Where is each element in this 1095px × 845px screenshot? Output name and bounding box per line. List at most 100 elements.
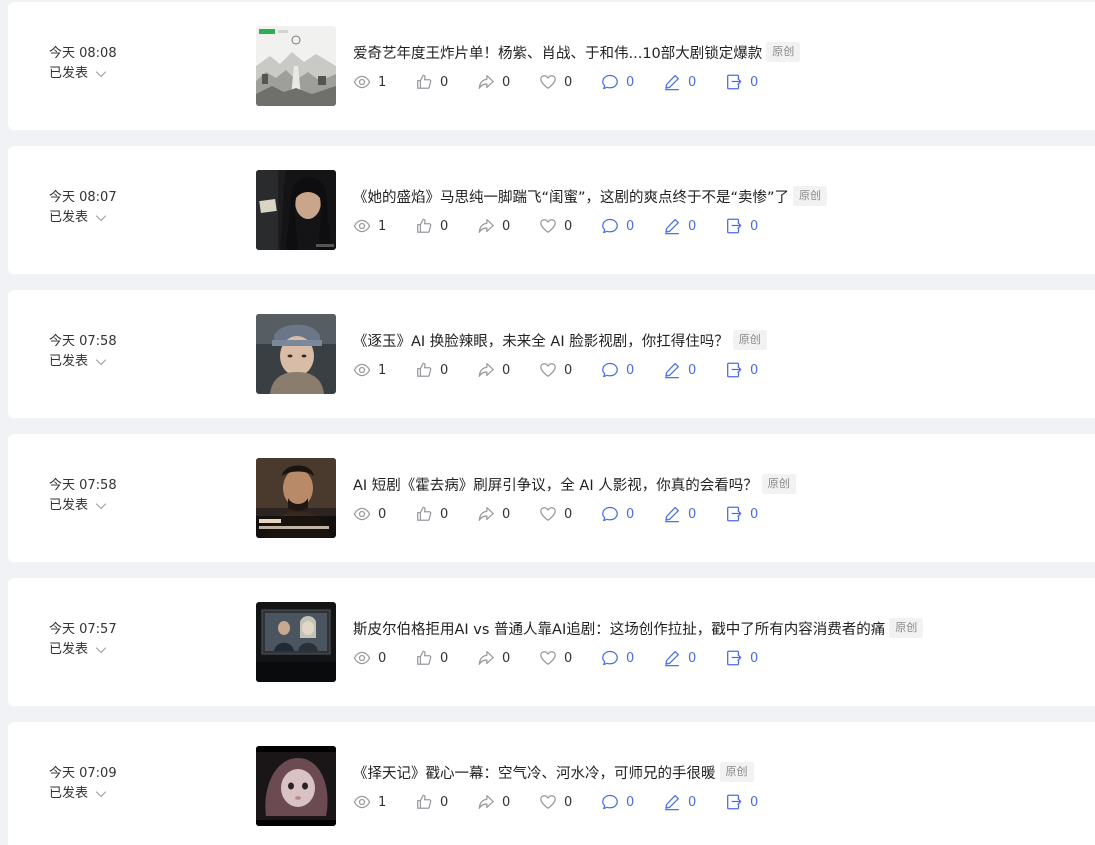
comments-stat[interactable]: 0 [601,648,663,668]
comment-icon [601,649,619,667]
thumbs-up-icon [415,217,433,235]
comments-count: 0 [626,794,635,810]
likes-stat: 0 [415,216,477,236]
article-title[interactable]: 爱奇艺年度王炸片单！杨紫、肖战、于和伟...10部大剧锁定爆款 [353,42,762,63]
publish-status-dropdown[interactable]: 已发表 [49,208,169,228]
forward-icon [725,793,743,811]
shares-count: 0 [502,650,511,666]
shares-count: 0 [502,506,511,522]
publish-status-dropdown[interactable]: 已发表 [49,496,169,516]
shares-count: 0 [502,794,511,810]
views-stat: 1 [353,792,415,812]
shares-count: 0 [502,362,511,378]
publish-time: 今天 08:07 [49,190,117,205]
forwards-count: 0 [750,362,759,378]
edits-stat[interactable]: 0 [663,216,725,236]
pen-icon [663,73,681,91]
article-title-row: 《逐玉》AI 换脸辣眼，未来全 AI 脸影视剧，你扛得住吗？ 原创 [353,328,767,352]
publish-time: 今天 08:08 [49,46,117,61]
publish-time: 今天 07:09 [49,766,117,781]
publish-status-dropdown[interactable]: 已发表 [49,352,169,372]
thumbs-up-icon [415,649,433,667]
article-card: 今天 08:08 已发表 爱奇艺年度王炸片单！杨紫、肖战、于和伟...10部大剧… [8,2,1095,130]
forwards-count: 0 [750,218,759,234]
comments-count: 0 [626,650,635,666]
eye-icon [353,361,371,379]
forwards-stat[interactable]: 0 [725,792,787,812]
publish-status-dropdown[interactable]: 已发表 [49,640,169,660]
share-icon [477,73,495,91]
views-count: 0 [378,650,387,666]
forward-icon [725,361,743,379]
costume-actor-thumbnail-image [256,314,336,394]
favorites-stat: 0 [539,360,601,380]
chevron-down-icon [95,644,107,656]
original-badge: 原创 [889,618,924,638]
comments-stat[interactable]: 0 [601,504,663,524]
favorites-stat: 0 [539,72,601,92]
article-title-row: 爱奇艺年度王炸片单！杨紫、肖战、于和伟...10部大剧锁定爆款 原创 [353,40,801,64]
article-thumbnail[interactable] [256,746,336,826]
forwards-stat[interactable]: 0 [725,648,787,668]
pen-icon [663,793,681,811]
chevron-down-icon [95,500,107,512]
share-icon [477,649,495,667]
chevron-down-icon [95,788,107,800]
actress-portrait-thumbnail-image [256,170,336,250]
publish-info: 今天 08:07 已发表 [49,188,169,228]
publish-status-label: 已发表 [49,210,89,225]
likes-stat: 0 [415,504,477,524]
comments-stat[interactable]: 0 [601,360,663,380]
shares-count: 0 [502,218,511,234]
heart-icon [539,217,557,235]
article-title[interactable]: 《逐玉》AI 换脸辣眼，未来全 AI 脸影视剧，你扛得住吗？ [353,330,729,351]
publish-status-dropdown[interactable]: 已发表 [49,64,169,84]
edits-stat[interactable]: 0 [663,72,725,92]
comments-stat[interactable]: 0 [601,792,663,812]
article-thumbnail[interactable] [256,26,336,106]
edits-stat[interactable]: 0 [663,504,725,524]
forwards-stat[interactable]: 0 [725,360,787,380]
eye-icon [353,793,371,811]
publish-info: 今天 07:09 已发表 [49,764,169,804]
edits-count: 0 [688,218,697,234]
publish-status-label: 已发表 [49,786,89,801]
eye-icon [353,73,371,91]
views-count: 1 [378,74,387,90]
publish-status-dropdown[interactable]: 已发表 [49,784,169,804]
comment-icon [601,793,619,811]
article-thumbnail[interactable] [256,170,336,250]
original-badge: 原创 [793,186,828,206]
edits-stat[interactable]: 0 [663,792,725,812]
likes-stat: 0 [415,792,477,812]
edits-stat[interactable]: 0 [663,360,725,380]
article-title[interactable]: 《择天记》戳心一幕：空气冷、河水冷，可师兄的手很暖 [353,762,716,783]
favorites-count: 0 [564,362,573,378]
shares-count: 0 [502,74,511,90]
views-count: 1 [378,218,387,234]
favorites-count: 0 [564,650,573,666]
forward-icon [725,505,743,523]
forwards-stat[interactable]: 0 [725,504,787,524]
comments-stat[interactable]: 0 [601,72,663,92]
forwards-stat[interactable]: 0 [725,72,787,92]
article-title[interactable]: 《她的盛焰》马思纯一脚踹飞“闺蜜”，这剧的爽点终于不是“卖惨”了 [353,186,789,207]
article-title[interactable]: AI 短剧《霍去病》刷屏引争议，全 AI 人影视，你真的会看吗？ [353,474,758,495]
article-thumbnail[interactable] [256,458,336,538]
chevron-down-icon [95,212,107,224]
forwards-stat[interactable]: 0 [725,216,787,236]
thumbs-up-icon [415,793,433,811]
article-title-row: 《择天记》戳心一幕：空气冷、河水冷，可师兄的手很暖 原创 [353,760,754,784]
forward-icon [725,217,743,235]
article-title[interactable]: 斯皮尔伯格拒用AI vs 普通人靠AI追剧：这场创作拉扯，戳中了所有内容消费者的… [353,618,885,639]
comments-count: 0 [626,74,635,90]
pen-icon [663,505,681,523]
article-thumbnail[interactable] [256,314,336,394]
article-stats: 1 0 0 0 0 0 0 [353,792,787,812]
thumbs-up-icon [415,505,433,523]
edits-stat[interactable]: 0 [663,648,725,668]
comments-stat[interactable]: 0 [601,216,663,236]
edits-count: 0 [688,794,697,810]
article-thumbnail[interactable] [256,602,336,682]
pen-icon [663,649,681,667]
